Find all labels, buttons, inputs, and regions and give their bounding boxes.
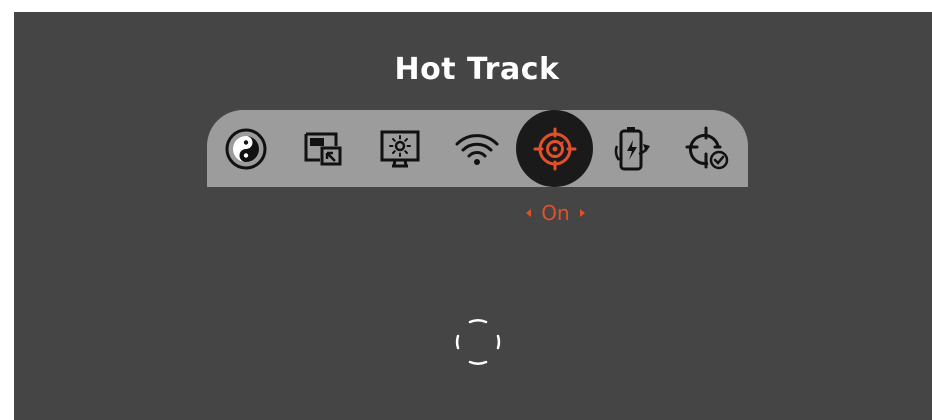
- menu-item-battery[interactable]: [593, 110, 670, 187]
- battery-charging-icon: [614, 126, 650, 170]
- picture-in-picture-icon: [304, 132, 341, 165]
- device-screen: Hot Track On: [14, 12, 932, 420]
- next-arrow-icon[interactable]: [579, 209, 585, 217]
- menu-item-crosshair-check[interactable]: [670, 110, 747, 187]
- center-reticle-icon: [455, 319, 501, 365]
- brightness-icon: [380, 130, 419, 167]
- crosshair-check-icon: [685, 126, 728, 169]
- previous-arrow-icon[interactable]: [526, 209, 532, 217]
- menu-item-hot-track[interactable]: [516, 110, 593, 187]
- setting-value: On: [541, 201, 570, 225]
- menu-item-color-palette[interactable]: [207, 110, 284, 187]
- hot-track-target-icon: [533, 127, 576, 170]
- menu-item-wifi[interactable]: [438, 110, 515, 187]
- menu-bar: [207, 110, 748, 187]
- menu-title: Hot Track: [394, 52, 560, 87]
- color-palette-icon: [225, 128, 266, 169]
- menu-item-brightness[interactable]: [361, 110, 438, 187]
- setting-value-selector[interactable]: On: [517, 200, 594, 226]
- menu-item-picture-in-picture[interactable]: [284, 110, 361, 187]
- wifi-icon: [455, 133, 498, 165]
